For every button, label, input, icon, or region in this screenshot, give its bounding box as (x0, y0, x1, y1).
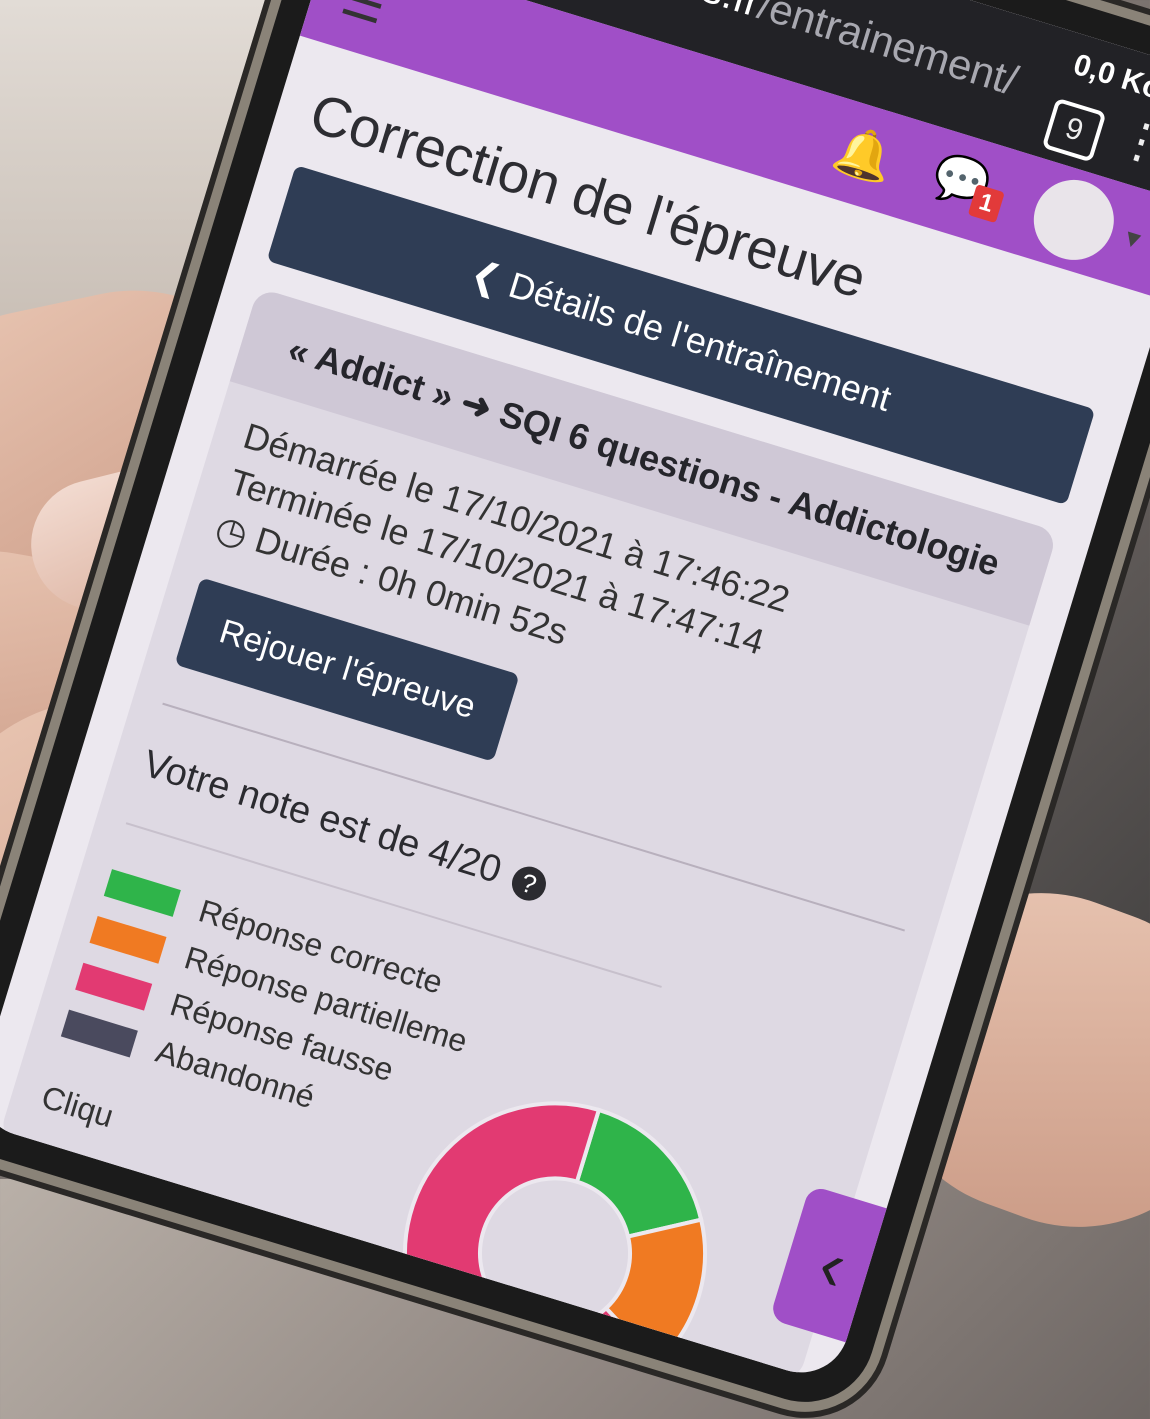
chevron-down-icon[interactable]: ▼ (1117, 223, 1148, 257)
legend-swatch (89, 915, 167, 964)
help-icon[interactable]: ? (507, 862, 551, 905)
more-options-icon[interactable]: ⋮ (1111, 109, 1150, 174)
tab-count-button[interactable]: 9 (1041, 97, 1107, 163)
legend-swatch (75, 962, 153, 1011)
legend-swatch (60, 1009, 139, 1058)
legend-swatch (103, 868, 182, 917)
hamburger-menu-icon[interactable]: ☰ (335, 0, 393, 36)
bell-icon[interactable]: 🔔 (827, 118, 901, 190)
avatar[interactable] (1023, 169, 1124, 270)
